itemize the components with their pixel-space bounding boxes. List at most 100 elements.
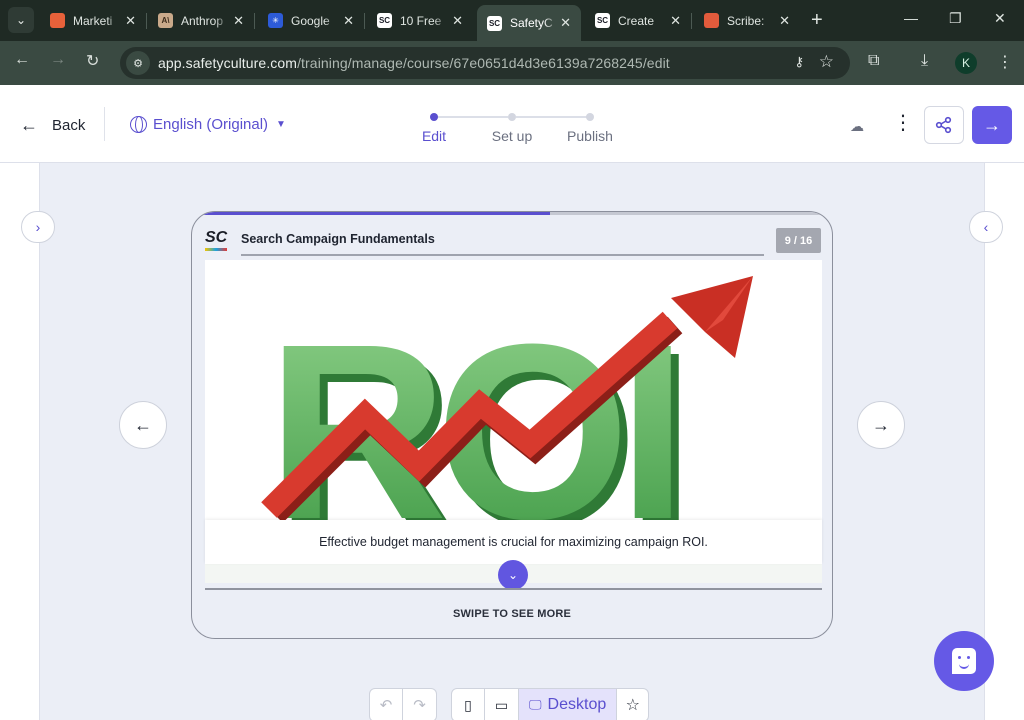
bookmark-star-icon[interactable]: ☆: [819, 52, 834, 72]
step-setup[interactable]: Set up: [492, 128, 532, 144]
arrow-left-icon: ←: [134, 414, 152, 435]
browser-tab[interactable]: ✳ Google ✕: [258, 6, 364, 35]
tab-title: SafetyC: [510, 16, 553, 30]
redo-icon: ↷: [413, 697, 426, 714]
chevron-down-icon: ⌄: [15, 13, 27, 27]
back-label: Back: [52, 117, 86, 134]
next-slide-button[interactable]: →: [857, 401, 905, 449]
step-edit[interactable]: Edit: [422, 128, 446, 144]
step-dot-setup: [508, 113, 516, 121]
tab-title: Marketi: [73, 13, 113, 28]
arrow-right-icon: →: [872, 414, 890, 435]
password-key-icon[interactable]: ⚷: [794, 54, 804, 70]
undo-icon: ↶: [379, 697, 393, 714]
header-divider: [104, 107, 105, 141]
language-label: English (Original): [153, 116, 269, 133]
profile-avatar[interactable]: K: [955, 52, 977, 74]
view-controls: ↶ ↷ ▯ ▭ 🖵 Desktop ☆: [369, 688, 650, 720]
step-publish[interactable]: Publish: [567, 128, 613, 144]
close-icon[interactable]: ✕: [779, 13, 790, 29]
tab-search-button[interactable]: ⌄: [8, 7, 34, 33]
safetyculture-icon: SC: [377, 13, 392, 28]
chat-bot-icon: [952, 648, 976, 674]
share-button[interactable]: [924, 106, 964, 144]
url-text: app.safetyculture.com/training/manage/co…: [158, 55, 670, 71]
redo-button[interactable]: ↷: [403, 688, 437, 720]
browser-tab[interactable]: Marketi ✕: [40, 6, 146, 35]
site-info-icon[interactable]: ⚙: [126, 51, 150, 75]
expand-caption-button[interactable]: ⌄: [498, 560, 528, 590]
address-bar[interactable]: ⚙ app.safetyculture.com/training/manage/…: [120, 47, 850, 79]
mobile-view-button[interactable]: ▯: [451, 688, 485, 720]
safetyculture-icon: SC: [595, 13, 610, 28]
browser-tabstrip: ⌄ Marketi ✕ A\ Anthrop ✕ ✳ Google ✕ SC 1…: [0, 0, 1024, 41]
minimize-icon[interactable]: —: [904, 10, 918, 26]
favorite-button[interactable]: ☆: [617, 688, 650, 720]
tab-title: Anthrop: [181, 13, 224, 28]
course-title: Search Campaign Fundamentals: [241, 232, 435, 246]
new-tab-button[interactable]: +: [811, 9, 823, 32]
browser-back-icon[interactable]: ←: [14, 51, 30, 69]
chevron-right-icon: ›: [35, 219, 41, 235]
step-dot-publish: [586, 113, 594, 121]
tab-title: Google: [291, 13, 330, 28]
support-chat-button[interactable]: [934, 631, 994, 691]
close-icon[interactable]: ✕: [233, 13, 244, 29]
reload-icon[interactable]: ↻: [86, 51, 99, 71]
phone-icon: ▯: [464, 696, 472, 713]
chevron-left-icon: ‹: [983, 219, 989, 235]
share-icon: [935, 116, 952, 134]
tablet-icon: ▭: [494, 696, 509, 713]
download-icon[interactable]: ⤓: [921, 52, 928, 70]
expand-right-panel-button[interactable]: ‹: [969, 211, 1003, 243]
safetyculture-logo: SC: [205, 229, 231, 251]
left-panel: [0, 163, 40, 720]
chevron-down-icon: ⌄: [507, 568, 519, 582]
slide-caption: Effective budget management is crucial f…: [205, 520, 822, 564]
close-icon[interactable]: ✕: [670, 13, 681, 29]
tab-favicon-icon: [50, 13, 65, 28]
browser-tab-active[interactable]: SC SafetyC ✕: [477, 5, 581, 41]
google-icon: ✳: [268, 13, 283, 28]
cloud-sync-icon: ☁: [850, 118, 864, 134]
page-indicator: 9 / 16: [776, 228, 821, 253]
safetyculture-icon: SC: [487, 15, 502, 31]
undo-button[interactable]: ↶: [369, 688, 403, 720]
close-icon[interactable]: ✕: [560, 15, 571, 31]
star-icon: ☆: [625, 697, 640, 714]
previous-slide-button[interactable]: ←: [119, 401, 167, 449]
tablet-view-button[interactable]: ▭: [485, 688, 519, 720]
progress-stepper: Edit Set up Publish: [410, 109, 630, 149]
close-icon[interactable]: ✕: [125, 13, 136, 29]
right-panel: [984, 163, 1024, 720]
window-close-icon[interactable]: ✕: [994, 10, 1006, 27]
browser-tab[interactable]: SC Create ✕: [585, 6, 691, 35]
language-selector[interactable]: English (Original) ▼: [130, 116, 286, 133]
extensions-icon[interactable]: ⧉: [868, 52, 879, 70]
browser-menu-icon[interactable]: ⋮: [997, 52, 1013, 72]
continue-button[interactable]: →: [972, 106, 1012, 144]
tab-title: 10 Free: [400, 13, 442, 28]
tab-title: Scribe:: [727, 13, 765, 28]
anthropic-icon: A\: [158, 13, 173, 28]
swipe-hint: SWIPE TO SEE MORE: [452, 608, 572, 620]
browser-forward-icon[interactable]: →: [50, 51, 66, 69]
close-icon[interactable]: ✕: [452, 13, 463, 29]
back-button[interactable]: ← Back: [20, 115, 85, 136]
monitor-icon: 🖵: [529, 697, 542, 712]
desktop-label: Desktop: [547, 696, 607, 713]
arrow-right-icon: →: [983, 114, 1001, 135]
step-dot-edit: [430, 113, 438, 121]
browser-tab[interactable]: SC 10 Free ✕: [367, 6, 473, 35]
tab-title: Create: [618, 13, 655, 28]
slide-progress-bar: [192, 212, 832, 215]
browser-tab[interactable]: A\ Anthrop ✕: [148, 6, 254, 35]
desktop-view-button[interactable]: 🖵 Desktop: [519, 688, 618, 720]
browser-toolbar: ← → ↻ ⚙ app.safetyculture.com/training/m…: [0, 41, 1024, 85]
close-icon[interactable]: ✕: [343, 13, 354, 29]
restore-icon[interactable]: ❐: [949, 10, 962, 27]
browser-tab[interactable]: Scribe: ✕: [694, 6, 800, 35]
more-options-icon[interactable]: ⋮: [893, 113, 913, 133]
expand-left-panel-button[interactable]: ›: [21, 211, 55, 243]
slide-preview-card: SC Search Campaign Fundamentals 9 / 16 R…: [191, 211, 833, 639]
